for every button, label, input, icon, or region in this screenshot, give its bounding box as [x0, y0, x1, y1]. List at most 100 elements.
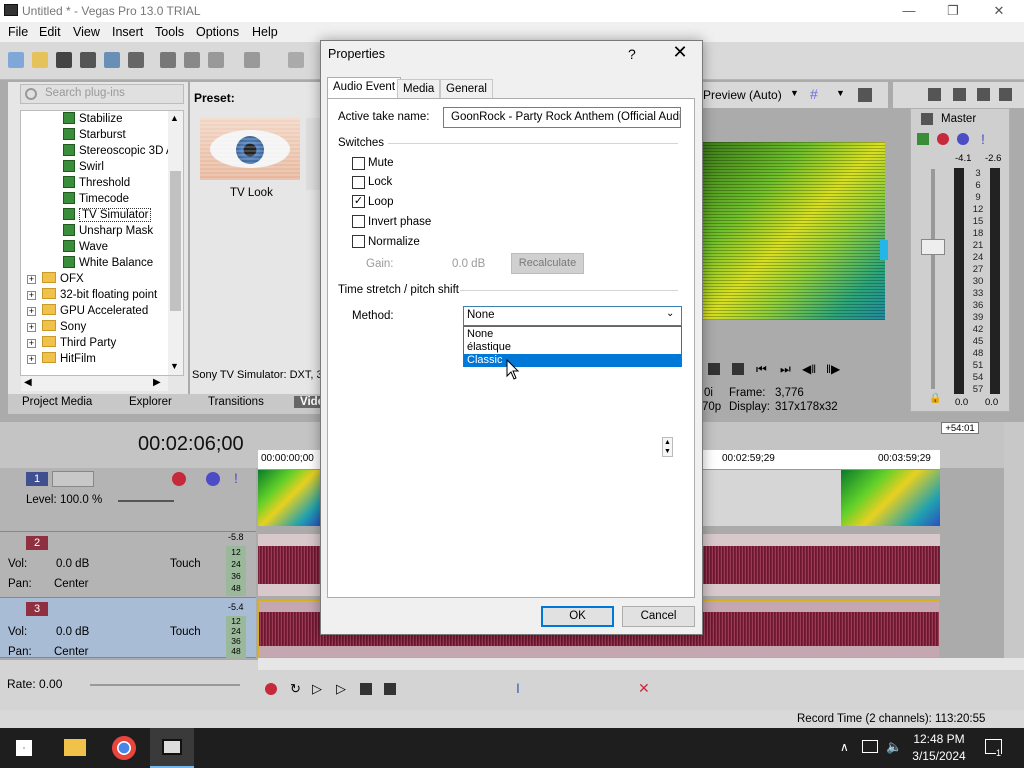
ok-button[interactable]: OK	[541, 606, 614, 627]
scroll-left-icon[interactable]: ◀	[24, 377, 32, 388]
volume-muted-icon[interactable]: 🔈	[886, 739, 902, 755]
tab-explorer[interactable]: Explorer	[129, 396, 172, 408]
copy-icon[interactable]	[184, 52, 200, 68]
step-back-icon[interactable]: ◀‖	[802, 362, 816, 376]
tree-item[interactable]: Wave	[63, 240, 108, 256]
loop-checkbox[interactable]: ✓	[352, 195, 365, 208]
menu-tools[interactable]: Tools	[155, 25, 184, 39]
method-select[interactable]: None	[463, 306, 682, 326]
scroll-thumb[interactable]	[170, 171, 181, 311]
master-props-icon[interactable]	[928, 88, 941, 101]
method-option-elastique[interactable]: élastique	[464, 341, 681, 354]
tree-folder[interactable]: + Third Party	[27, 336, 116, 352]
record-icon[interactable]	[265, 683, 277, 695]
tree-item[interactable]: Stereoscopic 3D A	[63, 144, 174, 160]
master-downmix-icon[interactable]	[977, 88, 990, 101]
chrome-icon[interactable]	[112, 736, 136, 760]
automation-mode[interactable]: Touch	[170, 626, 201, 638]
next-frame-icon[interactable]: ⏭	[780, 362, 791, 377]
minimize-button[interactable]: —	[886, 0, 932, 22]
dropdown-arrow-icon[interactable]: ▼	[790, 88, 799, 98]
tab-transitions[interactable]: Transitions	[208, 396, 264, 408]
track-header-audio[interactable]: 2 Vol: 0.0 dB Pan: Center Touch -5.8 12 2…	[0, 532, 256, 598]
master-fx-chain-icon[interactable]	[917, 133, 929, 145]
lock-icon[interactable]: 🔒	[929, 393, 941, 404]
prev-frame-icon[interactable]: ⏮	[756, 362, 767, 377]
file-explorer-icon[interactable]	[64, 739, 86, 756]
loop-icon[interactable]: ↻	[290, 681, 301, 697]
method-option-none[interactable]: None	[464, 328, 681, 341]
preview-quality-select[interactable]: Preview (Auto)	[703, 88, 782, 102]
master-automation-icon[interactable]	[937, 133, 949, 145]
expand-icon[interactable]: +	[27, 291, 36, 300]
step-forward-icon[interactable]: ‖▶	[826, 362, 840, 376]
properties-icon[interactable]	[128, 52, 144, 68]
scroll-up-icon[interactable]: ▲	[170, 113, 179, 123]
stop-icon[interactable]	[384, 683, 396, 695]
preset-thumbnail[interactable]	[200, 118, 300, 180]
maximize-button[interactable]: ❐	[930, 0, 976, 22]
paste-icon[interactable]	[208, 52, 224, 68]
play-icon[interactable]: ▷	[336, 681, 346, 697]
expand-icon[interactable]: +	[27, 355, 36, 364]
menu-file[interactable]: File	[8, 25, 28, 39]
method-option-classic[interactable]: Classic	[464, 354, 681, 367]
automation-icon[interactable]	[172, 472, 186, 486]
spinner-control[interactable]: ▲ ▼	[662, 437, 673, 457]
menu-edit[interactable]: Edit	[39, 25, 61, 39]
active-take-input[interactable]: GoonRock - Party Rock Anthem (Official A…	[443, 107, 681, 128]
render-icon[interactable]	[104, 52, 120, 68]
tab-video-fx[interactable]: Video	[294, 396, 322, 408]
tree-folder[interactable]: + GPU Accelerated	[27, 304, 148, 320]
expand-icon[interactable]: +	[27, 307, 36, 316]
solo-icon[interactable]: !	[234, 470, 238, 486]
scroll-right-icon[interactable]: ▶	[153, 377, 161, 388]
scroll-down-icon[interactable]: ▼	[170, 361, 179, 371]
video-event-thumb[interactable]	[841, 470, 940, 526]
chevron-up-icon[interactable]: ∧	[840, 740, 849, 754]
rate-slider[interactable]	[90, 684, 240, 686]
automation-mode[interactable]: Touch	[170, 558, 201, 570]
new-file-icon[interactable]	[8, 52, 24, 68]
chevron-down-icon[interactable]: ⌄	[666, 308, 674, 319]
menu-options[interactable]: Options	[196, 25, 239, 39]
start-icon[interactable]	[16, 740, 32, 756]
tree-item[interactable]: Swirl	[63, 160, 104, 176]
track-header-audio-selected[interactable]: 3 Vol: 0.0 dB Pan: Center Touch -5.4 12 2…	[0, 598, 256, 658]
mute-checkbox[interactable]	[352, 157, 365, 170]
close-window-button[interactable]: ✕	[976, 0, 1022, 22]
tree-item-selected[interactable]: TV Simulator	[63, 208, 152, 224]
expand-icon[interactable]: +	[27, 323, 36, 332]
track-header-video[interactable]: 1 ! Level: 100.0 %	[0, 468, 256, 532]
tree-item[interactable]: Timecode	[63, 192, 129, 208]
edit-tool-icon[interactable]: I	[516, 680, 520, 696]
menu-insert[interactable]: Insert	[112, 25, 143, 39]
master-solo-icon[interactable]: !	[981, 131, 985, 147]
expand-icon[interactable]: +	[27, 339, 36, 348]
redo-icon[interactable]	[288, 52, 304, 68]
cut-icon[interactable]	[160, 52, 176, 68]
overlay-grid-icon[interactable]: #	[810, 86, 818, 102]
invert-phase-checkbox[interactable]	[352, 215, 365, 228]
tab-general[interactable]: General	[440, 79, 493, 98]
clock-date[interactable]: 3/15/2024	[908, 749, 970, 763]
video-event-thumb[interactable]	[258, 470, 320, 526]
recalculate-button[interactable]: Recalculate	[511, 253, 584, 274]
master-meters-icon[interactable]	[999, 88, 1012, 101]
network-icon[interactable]	[862, 740, 878, 753]
lock-checkbox[interactable]	[352, 176, 365, 189]
normalize-checkbox[interactable]	[352, 235, 365, 248]
tree-folder[interactable]: + HitFilm	[27, 352, 96, 368]
pause-icon[interactable]	[360, 683, 372, 695]
stop-icon[interactable]	[732, 363, 744, 375]
tree-item[interactable]: White Balance	[63, 256, 153, 272]
master-mute-icon[interactable]	[957, 133, 969, 145]
timeline-horizontal-scrollbar[interactable]	[258, 658, 1024, 670]
tree-folder[interactable]: + Sony	[27, 320, 86, 336]
tree-item[interactable]: Stabilize	[63, 112, 122, 128]
cancel-button[interactable]: Cancel	[622, 606, 695, 627]
menu-help[interactable]: Help	[252, 25, 278, 39]
tree-folder[interactable]: + OFX	[27, 272, 84, 288]
tab-project-media[interactable]: Project Media	[22, 396, 92, 408]
pause-icon[interactable]	[708, 363, 720, 375]
